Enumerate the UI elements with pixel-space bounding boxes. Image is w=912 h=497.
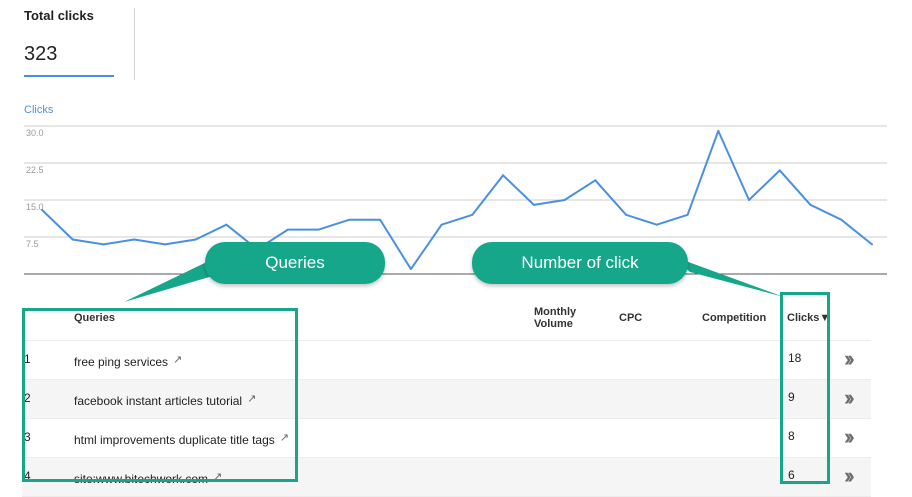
queries-highlight-box xyxy=(22,308,298,482)
clicks-highlight-box xyxy=(780,292,830,484)
clicks-callout: Number of click xyxy=(472,242,688,284)
queries-callout: Queries xyxy=(205,242,385,284)
clicks-callout-pointer xyxy=(672,256,784,297)
